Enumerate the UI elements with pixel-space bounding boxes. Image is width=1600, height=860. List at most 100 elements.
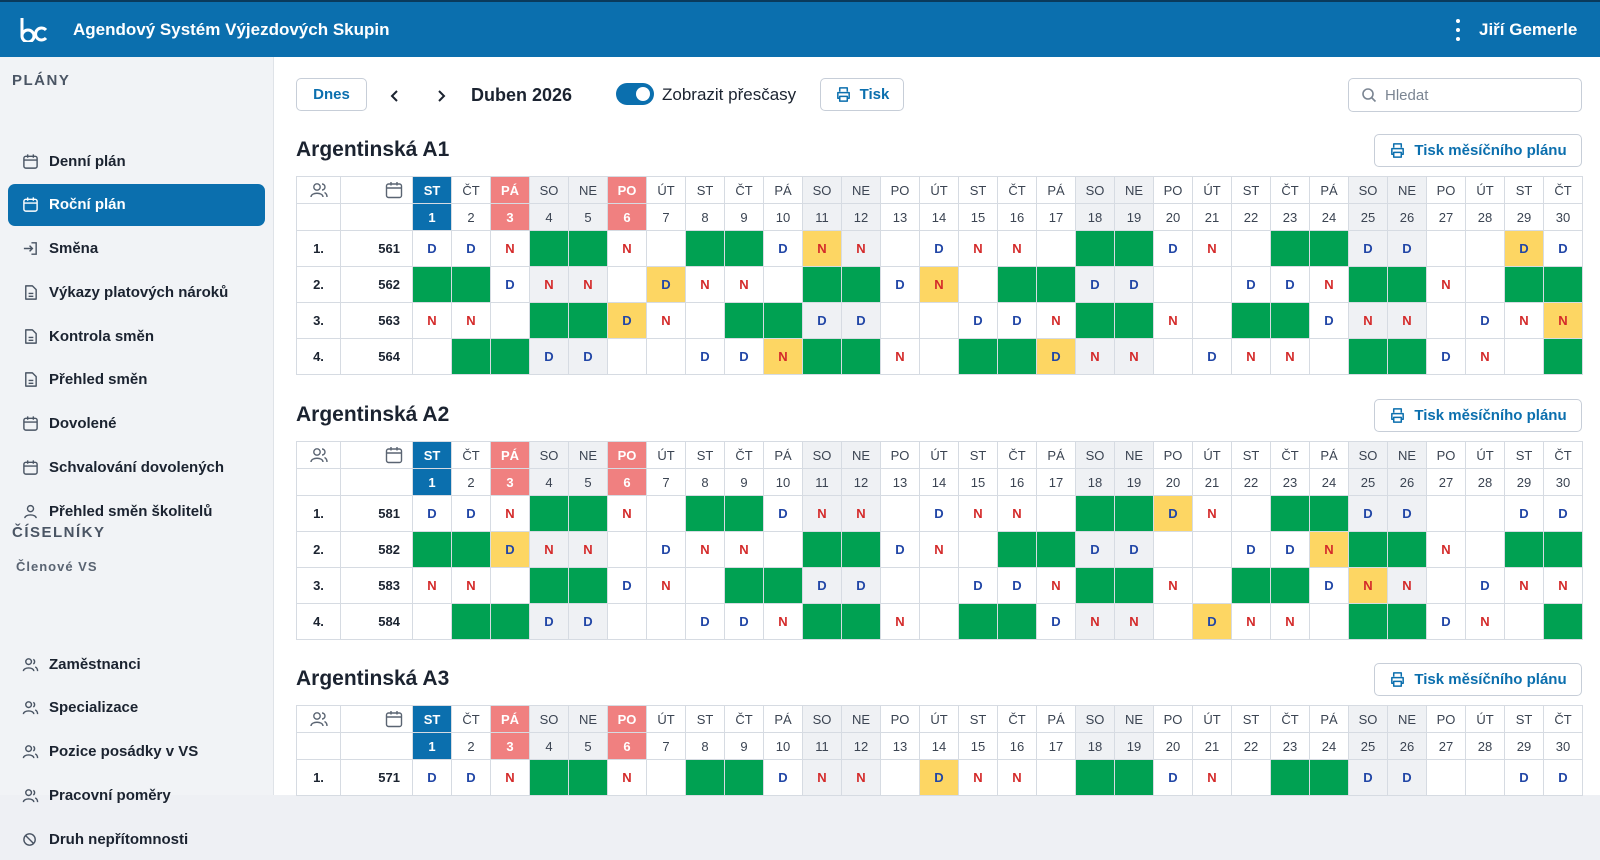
shift-cell[interactable] (568, 230, 608, 267)
shift-cell[interactable]: N (841, 759, 881, 796)
shift-cell[interactable]: N (1387, 567, 1427, 604)
shift-cell[interactable]: D (490, 531, 530, 568)
shift-cell[interactable] (1270, 567, 1310, 604)
shift-cell[interactable] (1543, 266, 1583, 303)
shift-cell[interactable] (1504, 266, 1544, 303)
shift-cell[interactable]: N (997, 230, 1037, 267)
shift-cell[interactable]: D (880, 531, 920, 568)
crew-number[interactable]: 562 (340, 266, 413, 303)
shift-cell[interactable]: N (880, 338, 920, 375)
sidebar-item-specializace[interactable]: Specializace (8, 687, 265, 729)
shift-cell[interactable] (568, 302, 608, 339)
shift-cell[interactable]: D (802, 302, 842, 339)
shift-cell[interactable] (646, 230, 686, 267)
shift-cell[interactable]: N (880, 603, 920, 640)
shift-cell[interactable] (880, 495, 920, 532)
sidebar-item-pracovn-pom-ry[interactable]: Pracovní poměry (8, 774, 265, 816)
sidebar-item-druh-nep-tomnosti[interactable]: Druh nepřítomnosti (8, 818, 265, 860)
shift-cell[interactable] (1231, 567, 1271, 604)
shift-cell[interactable] (1270, 302, 1310, 339)
shift-cell[interactable] (724, 495, 764, 532)
shift-cell[interactable]: D (451, 230, 491, 267)
shift-cell[interactable] (1192, 531, 1232, 568)
shift-cell[interactable]: N (1114, 338, 1154, 375)
shift-cell[interactable] (880, 567, 920, 604)
shift-cell[interactable] (1309, 495, 1349, 532)
shift-cell[interactable]: N (607, 495, 647, 532)
shift-cell[interactable]: N (490, 495, 530, 532)
shift-cell[interactable]: N (1543, 302, 1583, 339)
shift-cell[interactable]: N (412, 302, 452, 339)
print-month-plan-button[interactable]: Tisk měsíčního plánu (1374, 399, 1582, 432)
shift-cell[interactable] (451, 266, 491, 303)
shift-cell[interactable] (997, 603, 1037, 640)
overtime-toggle[interactable] (616, 83, 654, 105)
shift-cell[interactable] (529, 302, 569, 339)
shift-cell[interactable] (997, 531, 1037, 568)
shift-cell[interactable] (412, 603, 452, 640)
shift-cell[interactable]: D (568, 338, 608, 375)
shift-cell[interactable] (607, 266, 647, 303)
overtime-toggle-label[interactable]: Zobrazit přesčasy (662, 85, 796, 105)
shift-cell[interactable] (1231, 495, 1271, 532)
shift-cell[interactable]: N (1465, 338, 1505, 375)
shift-cell[interactable] (919, 603, 959, 640)
shift-cell[interactable]: N (802, 230, 842, 267)
shift-cell[interactable]: D (1192, 603, 1232, 640)
shift-cell[interactable] (1036, 266, 1076, 303)
shift-cell[interactable]: N (1114, 603, 1154, 640)
shift-cell[interactable] (490, 603, 530, 640)
shift-cell[interactable] (724, 230, 764, 267)
shift-cell[interactable]: D (802, 567, 842, 604)
shift-cell[interactable]: N (451, 567, 491, 604)
shift-cell[interactable] (724, 759, 764, 796)
shift-cell[interactable]: D (412, 495, 452, 532)
shift-cell[interactable]: N (763, 603, 803, 640)
shift-cell[interactable] (451, 338, 491, 375)
shift-cell[interactable]: N (841, 230, 881, 267)
shift-cell[interactable]: N (724, 531, 764, 568)
shift-cell[interactable] (1231, 759, 1271, 796)
shift-cell[interactable]: D (958, 302, 998, 339)
shift-cell[interactable]: N (958, 759, 998, 796)
shift-cell[interactable]: D (451, 495, 491, 532)
shift-cell[interactable]: D (451, 759, 491, 796)
shift-cell[interactable]: N (1387, 302, 1427, 339)
shift-cell[interactable]: N (568, 531, 608, 568)
shift-cell[interactable]: D (1153, 495, 1193, 532)
shift-cell[interactable]: N (412, 567, 452, 604)
print-month-plan-button[interactable]: Tisk měsíčního plánu (1374, 663, 1582, 696)
shift-cell[interactable]: D (1465, 302, 1505, 339)
shift-cell[interactable] (1192, 567, 1232, 604)
shift-cell[interactable]: D (412, 230, 452, 267)
shift-cell[interactable] (1192, 266, 1232, 303)
shift-cell[interactable]: N (607, 759, 647, 796)
shift-cell[interactable] (1270, 759, 1310, 796)
shift-cell[interactable] (1309, 338, 1349, 375)
shift-cell[interactable]: D (958, 567, 998, 604)
shift-cell[interactable] (724, 567, 764, 604)
shift-cell[interactable] (607, 338, 647, 375)
shift-cell[interactable]: D (1426, 603, 1466, 640)
shift-cell[interactable]: N (802, 495, 842, 532)
shift-cell[interactable]: N (1270, 338, 1310, 375)
shift-cell[interactable]: N (1348, 567, 1388, 604)
crew-number[interactable]: 564 (340, 338, 413, 375)
shift-cell[interactable]: N (1504, 302, 1544, 339)
shift-cell[interactable]: N (1036, 567, 1076, 604)
shift-cell[interactable] (1075, 759, 1115, 796)
shift-cell[interactable] (1153, 603, 1193, 640)
shift-cell[interactable] (919, 567, 959, 604)
shift-cell[interactable]: N (1231, 338, 1271, 375)
sidebar-item-p-ehled-sm-n[interactable]: Přehled směn (8, 359, 265, 401)
shift-cell[interactable]: D (880, 266, 920, 303)
shift-cell[interactable]: D (1504, 495, 1544, 532)
shift-cell[interactable]: N (997, 759, 1037, 796)
shift-cell[interactable] (529, 759, 569, 796)
shift-cell[interactable]: N (1192, 495, 1232, 532)
shift-cell[interactable] (1348, 338, 1388, 375)
shift-cell[interactable]: D (1231, 266, 1271, 303)
shift-cell[interactable] (1465, 759, 1505, 796)
shift-cell[interactable] (451, 531, 491, 568)
shift-cell[interactable]: N (685, 531, 725, 568)
